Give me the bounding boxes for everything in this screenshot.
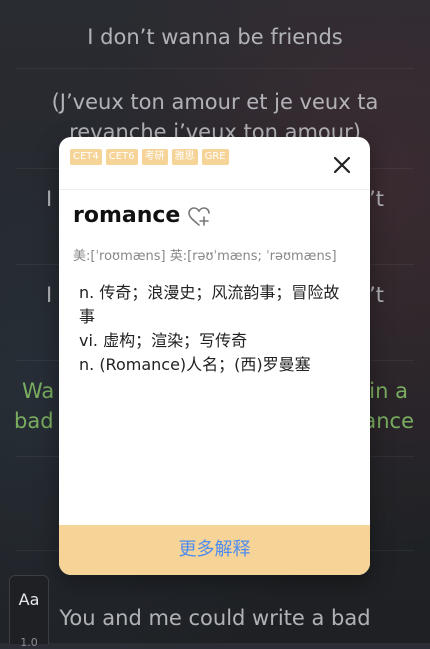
close-icon <box>333 156 351 174</box>
close-button[interactable] <box>332 155 352 175</box>
definition-item: n. (Romance)人名；(西)罗曼塞 <box>79 355 311 374</box>
add-to-wordbook-button[interactable] <box>187 206 211 228</box>
exam-tag: CET4 <box>70 149 102 165</box>
definitions: n. 传奇；浪漫史；风流韵事；冒险故事 vi. 虚构；渲染；写传奇 n. (Ro… <box>79 281 351 377</box>
font-size-button[interactable]: Aa 1.0 <box>9 575 49 649</box>
dictionary-popup: CET4 CET6 考研 雅思 GRE romance 美:[ˈroʊmæns]… <box>59 137 370 575</box>
phonetic: 美:[ˈroʊmæns] 英:[rəʊˈmæns; ˈrəʊmæns] <box>73 249 337 264</box>
exam-tags: CET4 CET6 考研 雅思 GRE <box>70 149 229 165</box>
more-explanations-button[interactable]: 更多解释 <box>59 525 370 575</box>
definition-item: vi. 虚构；渲染；写传奇 <box>79 331 248 350</box>
exam-tag: GRE <box>201 149 229 165</box>
heart-plus-icon <box>188 207 210 226</box>
exam-tag: 雅思 <box>171 149 198 165</box>
font-size-label: Aa <box>18 590 40 609</box>
definition-item: n. 传奇；浪漫史；风流韵事；冒险故事 <box>79 283 340 326</box>
popup-divider <box>59 189 370 190</box>
headword: romance <box>73 203 181 228</box>
exam-tag: 考研 <box>141 149 168 165</box>
exam-tag: CET6 <box>105 149 138 165</box>
